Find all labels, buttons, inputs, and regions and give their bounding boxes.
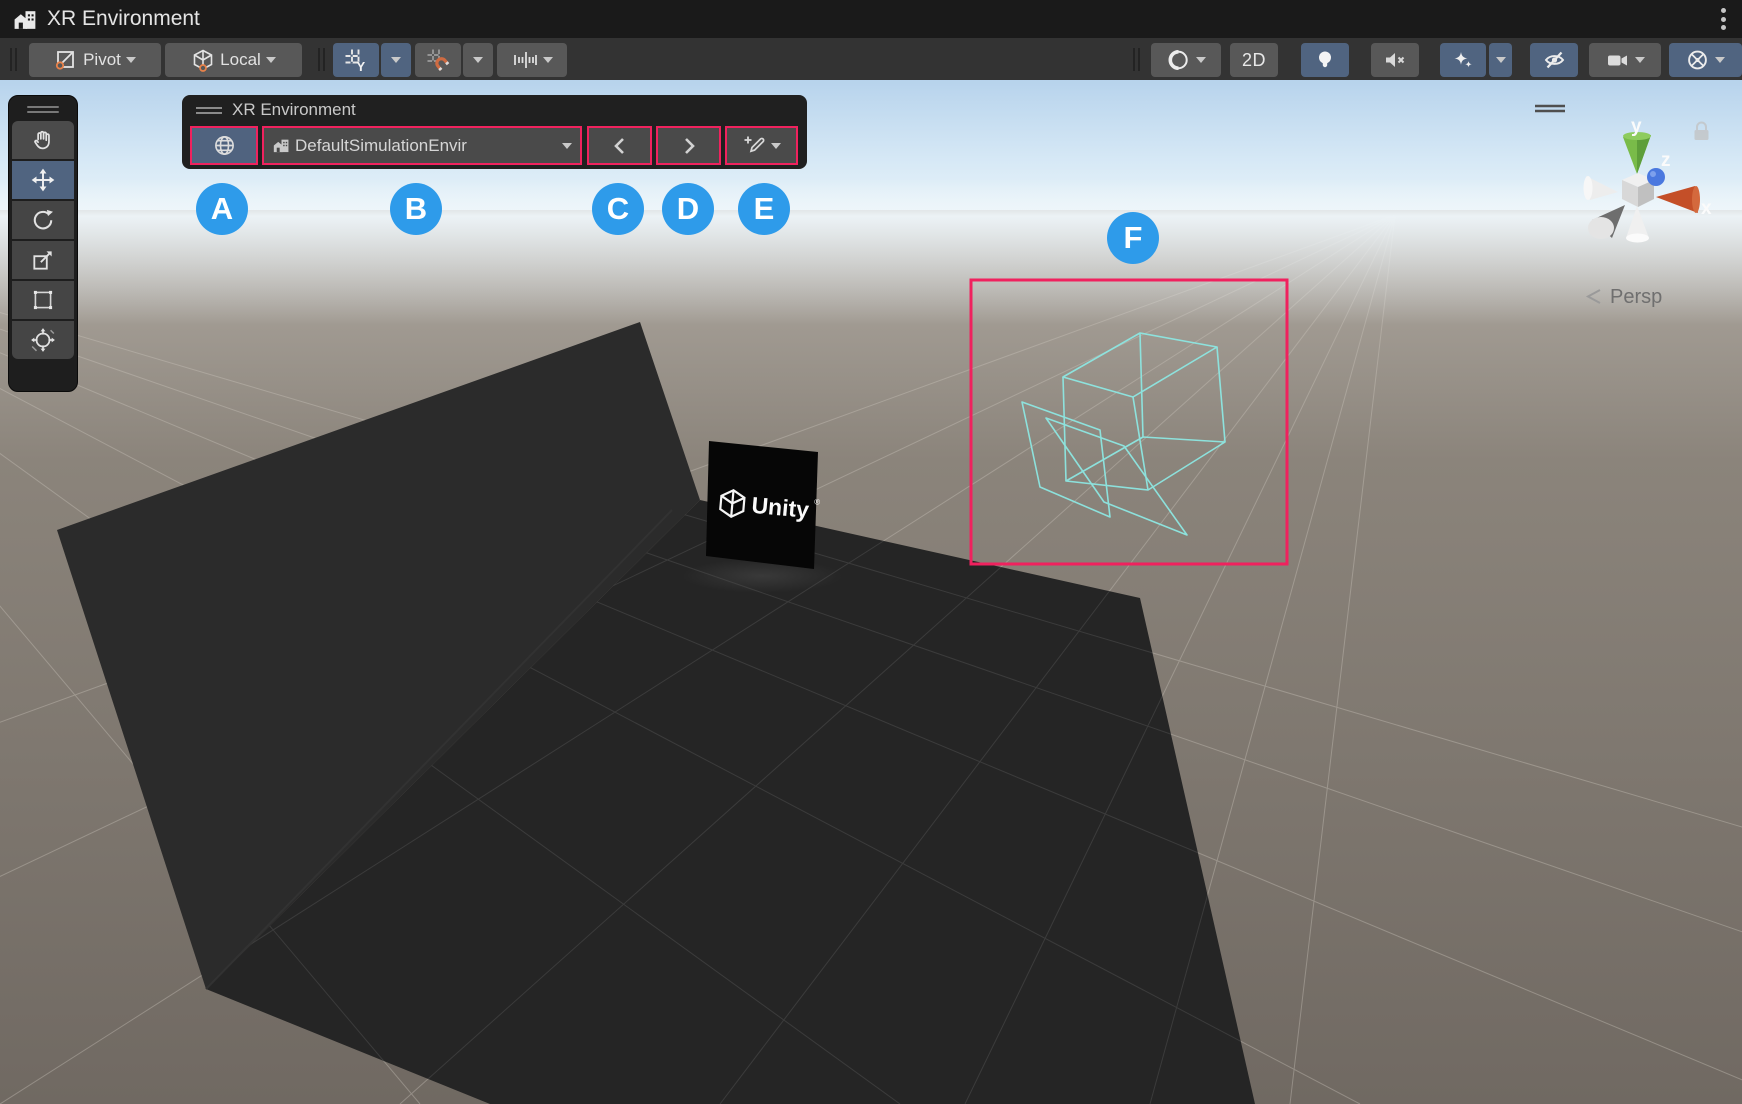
prefab-icon [272, 136, 291, 155]
local-dropdown[interactable]: Local [165, 43, 302, 77]
window-title: XR Environment [47, 7, 200, 31]
unity-logo-text: Unity [751, 492, 811, 523]
environment-dropdown[interactable]: DefaultSimulationEnvir [262, 126, 582, 165]
annotation-badge-c: C [592, 183, 644, 235]
toolbar-grip[interactable] [318, 48, 328, 71]
local-label: Local [220, 50, 261, 70]
chevron-down-icon [126, 57, 136, 63]
hand-tool[interactable] [12, 121, 74, 159]
unity-prefab-icon [12, 6, 39, 33]
axis-x-label: x [1701, 198, 1712, 219]
eye-slash-icon [1542, 48, 1567, 72]
camera-icon [1605, 48, 1630, 72]
snap-dropdown[interactable] [463, 43, 493, 77]
effects-sparkle-icon [1451, 48, 1475, 72]
pivot-icon [54, 48, 78, 72]
chevron-down-icon [473, 57, 483, 63]
light-toggle[interactable] [1301, 43, 1349, 77]
grid-size-dropdown[interactable] [497, 43, 567, 77]
scene-viewport[interactable]: Unity ® [0, 80, 1742, 1104]
scene-gizmo-icon [1686, 48, 1710, 72]
shading-mode-icon [1167, 48, 1191, 72]
logo-shadow [682, 559, 842, 593]
rotate-icon [30, 207, 56, 233]
annotation-badge-e: E [738, 183, 790, 235]
local-cube-icon [191, 48, 215, 72]
toolbar-grip[interactable] [10, 48, 20, 71]
xr-environment-overlay: XR Environment DefaultSimulationEnvir [182, 95, 807, 169]
2d-label: 2D [1242, 50, 1266, 71]
svg-text:Y: Y [357, 59, 366, 73]
kebab-menu-icon[interactable] [1712, 6, 1734, 32]
xr-overlay-title: XR Environment [232, 100, 356, 120]
annotation-badge-d: D [662, 183, 714, 235]
environment-dropdown-value: DefaultSimulationEnvir [295, 136, 558, 156]
annotation-badge-f: F [1107, 212, 1159, 264]
chevron-down-icon [391, 57, 401, 63]
window-titlebar: XR Environment [0, 0, 1742, 38]
2d-toggle[interactable]: 2D [1230, 43, 1278, 77]
grid-size-icon [512, 48, 538, 72]
horizon-haze [0, 180, 1742, 325]
grid-visibility-icon: Y [343, 47, 369, 73]
scale-tool[interactable] [12, 241, 74, 279]
rect-tool[interactable] [12, 281, 74, 319]
effects-toggle[interactable] [1440, 43, 1486, 77]
tools-overlay [8, 95, 78, 392]
axis-y-label: y [1631, 116, 1642, 137]
chevron-down-icon [771, 143, 781, 149]
chevron-right-icon [681, 137, 697, 155]
effects-dropdown[interactable] [1489, 43, 1512, 77]
transform-icon [30, 327, 56, 353]
visibility-toggle[interactable] [1530, 43, 1578, 77]
chevron-down-icon [1496, 57, 1506, 63]
chevron-down-icon [543, 57, 553, 63]
scene-toolbar: Pivot Local Y [0, 38, 1742, 80]
chevron-down-icon [266, 57, 276, 63]
unity-logo-plane[interactable]: Unity ® [706, 441, 821, 569]
annotation-badge-b: B [390, 183, 442, 235]
move-icon [30, 167, 56, 193]
tools-overlay-handle[interactable] [9, 96, 77, 113]
annotation-badge-a: A [196, 183, 248, 235]
environment-toggle-button[interactable] [190, 126, 258, 165]
shading-mode-dropdown[interactable] [1151, 43, 1221, 77]
next-environment-button[interactable] [656, 126, 721, 165]
create-environment-dropdown[interactable] [725, 126, 798, 165]
axis-z-label: z [1661, 150, 1671, 171]
camera-dropdown[interactable] [1589, 43, 1661, 77]
pivot-dropdown[interactable]: Pivot [29, 43, 161, 77]
chevron-left-icon [612, 137, 628, 155]
audio-mute-toggle[interactable] [1371, 43, 1419, 77]
chevron-down-icon [562, 143, 572, 149]
snap-magnet-icon [425, 47, 451, 73]
light-bulb-icon [1313, 48, 1337, 72]
chevron-down-icon [1715, 57, 1725, 63]
unity-logo-mark: ® [814, 497, 821, 506]
hand-icon [30, 127, 56, 153]
pivot-label: Pivot [83, 50, 121, 70]
chevron-down-icon [1196, 57, 1206, 63]
xr-overlay-handle[interactable] [196, 107, 222, 114]
toolbar-grip[interactable] [1133, 48, 1143, 71]
scene-gizmo-dropdown[interactable] [1669, 43, 1742, 77]
transform-tool[interactable] [12, 321, 74, 359]
snap-toggle[interactable] [415, 43, 461, 77]
rect-icon [30, 287, 56, 313]
globe-icon [213, 134, 236, 157]
audio-mute-icon [1382, 48, 1408, 72]
previous-environment-button[interactable] [587, 126, 652, 165]
pencil-plus-icon [743, 134, 767, 158]
move-tool[interactable] [12, 161, 74, 199]
grid-visibility-dropdown[interactable] [381, 43, 411, 77]
scale-icon [30, 247, 56, 273]
grid-visibility-toggle[interactable]: Y [333, 43, 379, 77]
unity-window: Unity ® [0, 0, 1742, 1104]
chevron-down-icon [1635, 57, 1645, 63]
rotate-tool[interactable] [12, 201, 74, 239]
projection-label: Persp [1610, 286, 1662, 308]
